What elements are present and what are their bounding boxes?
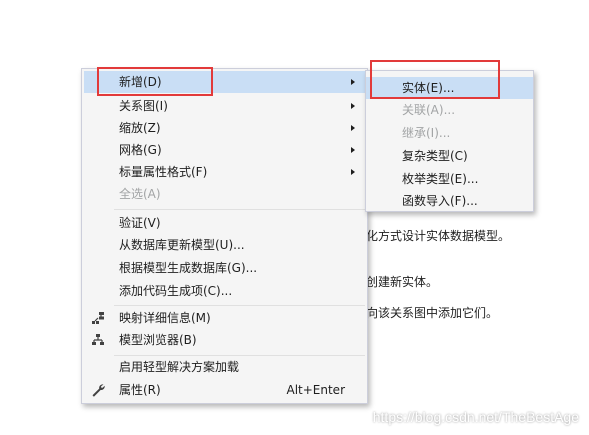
submenu-arrow-icon <box>351 125 355 131</box>
menu-item-zoom[interactable]: 缩放(Z) <box>82 117 367 139</box>
submenu-arrow-icon <box>351 147 355 153</box>
submenu-item-function-import-label: 函数导入(F)... <box>402 194 478 208</box>
menu-separator <box>114 305 365 306</box>
background-text-line-1: 化方式设计实体数据模型。 <box>366 229 511 243</box>
menu-item-update-model-label: 从数据库更新模型(U)... <box>119 238 245 252</box>
context-menu: 新增(D) 关系图(I) 缩放(Z) 网格(G) 标量属性格式(F) 全选(A)… <box>81 68 368 404</box>
menu-item-zoom-label: 缩放(Z) <box>119 121 161 135</box>
menu-item-mapping-details[interactable]: 映射详细信息(M) <box>82 307 367 329</box>
annotation-box-entity <box>370 60 500 99</box>
submenu-arrow-icon <box>351 79 355 85</box>
submenu-item-inheritance[interactable]: 继承(I)... <box>366 122 533 144</box>
wrench-icon <box>90 382 106 398</box>
menu-item-add-code-generation-label: 添加代码生成项(C)... <box>119 284 233 298</box>
submenu-arrow-icon <box>351 103 355 109</box>
submenu-item-association-label: 关联(A)... <box>402 103 456 117</box>
menu-item-generate-database-from-model[interactable]: 根据模型生成数据库(G)... <box>82 257 367 279</box>
submenu-item-function-import[interactable]: 函数导入(F)... <box>366 190 533 212</box>
submenu-item-enum-type-label: 枚举类型(E)... <box>402 172 479 186</box>
background-text-line-2: 创建新实体。 <box>366 275 439 289</box>
menu-item-properties[interactable]: 属性(R) Alt+Enter <box>82 379 367 401</box>
menu-item-model-browser-label: 模型浏览器(B) <box>119 333 197 347</box>
menu-item-select-all[interactable]: 全选(A) <box>82 183 367 205</box>
menu-item-lightweight-load-label: 启用轻型解决方案加载 <box>119 360 240 374</box>
menu-item-mapping-details-label: 映射详细信息(M) <box>119 311 211 325</box>
menu-item-diagram-label: 关系图(I) <box>119 99 168 113</box>
menu-item-generate-database-label: 根据模型生成数据库(G)... <box>119 261 258 275</box>
submenu-item-inheritance-label: 继承(I)... <box>402 126 451 140</box>
menu-item-validate[interactable]: 验证(V) <box>82 212 367 234</box>
watermark: https://blog.csdn.net/TheBestAge <box>372 409 579 425</box>
menu-item-model-browser[interactable]: 模型浏览器(B) <box>82 329 367 351</box>
menu-item-validate-label: 验证(V) <box>119 216 161 230</box>
model-browser-icon <box>90 332 106 348</box>
submenu-item-enum-type[interactable]: 枚举类型(E)... <box>366 168 533 190</box>
submenu-item-complex-type-label: 复杂类型(C) <box>402 149 468 163</box>
menu-item-enable-lightweight-solution-load[interactable]: 启用轻型解决方案加载 <box>82 356 367 378</box>
menu-item-properties-label: 属性(R) <box>119 383 161 397</box>
menu-item-scalar-property-format[interactable]: 标量属性格式(F) <box>82 161 367 183</box>
menu-item-add-code-generation-item[interactable]: 添加代码生成项(C)... <box>82 280 367 302</box>
submenu-item-complex-type[interactable]: 复杂类型(C) <box>366 145 533 167</box>
menu-separator <box>114 209 365 210</box>
submenu-item-association[interactable]: 关联(A)... <box>366 99 533 121</box>
menu-item-update-model-from-database[interactable]: 从数据库更新模型(U)... <box>82 234 367 256</box>
menu-item-properties-shortcut: Alt+Enter <box>286 383 345 397</box>
mapping-details-icon <box>90 310 106 326</box>
menu-item-grid-label: 网格(G) <box>119 143 162 157</box>
menu-item-scalar-property-format-label: 标量属性格式(F) <box>119 165 208 179</box>
menu-item-diagram[interactable]: 关系图(I) <box>82 95 367 117</box>
submenu-arrow-icon <box>351 169 355 175</box>
annotation-box-add <box>97 67 213 96</box>
menu-item-grid[interactable]: 网格(G) <box>82 139 367 161</box>
menu-item-select-all-label: 全选(A) <box>119 187 161 201</box>
background-text-line-3: 向该关系图中添加它们。 <box>366 306 499 320</box>
